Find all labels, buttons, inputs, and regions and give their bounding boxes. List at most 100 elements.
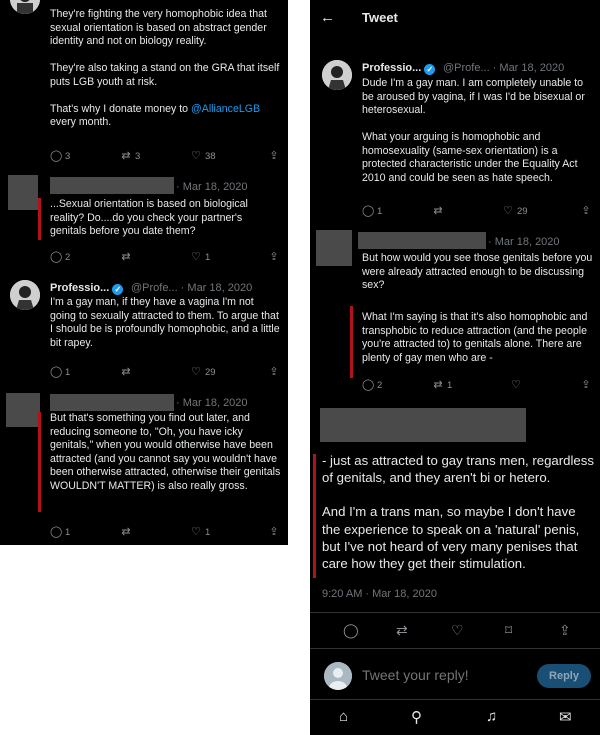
like-button[interactable]: ♡ 29 xyxy=(190,365,216,378)
tweet-text: ...Sexual orientation is based on biolog… xyxy=(50,198,248,237)
retweet-button[interactable]: ⇄ 3 xyxy=(120,149,140,162)
retweet-icon: ⇄ xyxy=(433,205,443,217)
redacted-username xyxy=(358,232,486,249)
tweet-text: But that's something you find out later,… xyxy=(50,412,281,492)
mail-icon[interactable]: ✉ xyxy=(559,708,572,726)
bell-icon[interactable]: ♫ xyxy=(486,708,497,725)
tweet-text-span: every month. xyxy=(50,116,112,128)
redacted-avatar xyxy=(316,230,352,266)
like-count: 38 xyxy=(205,151,216,162)
mention-link[interactable]: @AllianceLGB xyxy=(191,103,260,115)
redacted-username xyxy=(50,177,174,194)
like-button[interactable]: ♡ xyxy=(510,378,525,391)
display-name[interactable]: Professio... ✓ xyxy=(50,282,124,295)
tweet-handle-date[interactable]: @Profe... · Mar 18, 2020 xyxy=(131,282,252,294)
tweet-date[interactable]: · Mar 18, 2020 xyxy=(176,181,248,193)
reply-button[interactable]: ◯ 3 xyxy=(50,149,70,162)
heart-icon: ♡ xyxy=(511,379,521,391)
like-button[interactable]: ♡ 1 xyxy=(190,525,210,538)
avatar[interactable] xyxy=(324,662,352,690)
divider xyxy=(310,612,600,613)
tweet-text: But how would you see those genitals bef… xyxy=(362,252,593,291)
bookmark-icon[interactable]: ⌑ xyxy=(505,622,512,639)
tweet-date[interactable]: · Mar 18, 2020 xyxy=(488,236,560,248)
reply-button[interactable]: ◯ 1 xyxy=(50,525,70,538)
right-thread-screenshot: ← Tweet Professio... ✓ @Profe... · Mar 1… xyxy=(310,0,600,735)
heart-icon: ♡ xyxy=(191,526,201,538)
tweet-paragraph: They're fighting the very homophobic ide… xyxy=(50,8,267,47)
share-button[interactable]: ⇪ xyxy=(268,525,283,538)
tweet-paragraph: Dude I'm a gay man. I am completely unab… xyxy=(362,77,585,116)
redacted-username xyxy=(50,394,174,411)
main-tweet-text: - just as attracted to gay trans men, re… xyxy=(322,452,594,589)
reply-count: 1 xyxy=(377,206,383,217)
annotation-bar xyxy=(313,454,316,578)
tweet-timestamp[interactable]: 9:20 AM · Mar 18, 2020 xyxy=(322,588,437,600)
retweet-button[interactable]: ⇄ xyxy=(120,250,135,263)
tweet-actions: ◯ 1 ⇄ ♡ 29 ⇪ xyxy=(50,365,282,379)
tweet-paragraph: That's why I donate money to @AllianceLG… xyxy=(50,103,282,130)
comment-icon[interactable]: ◯ xyxy=(343,622,359,639)
tweet-actions: ◯ 3 ⇄ 3 ♡ 38 ⇪ xyxy=(50,149,282,163)
retweet-icon: ⇄ xyxy=(433,379,443,391)
like-count: 29 xyxy=(517,206,528,217)
reply-count: 2 xyxy=(377,380,383,391)
display-name[interactable]: Professio... ✓ xyxy=(362,62,436,75)
reply-composer: Reply xyxy=(310,656,600,698)
retweet-count: 1 xyxy=(447,380,453,391)
reply-button[interactable]: ◯ 2 xyxy=(362,378,382,391)
tweet-actions: ◯ 1 ⇄ ♡ 1 ⇪ xyxy=(50,525,282,539)
reply-button[interactable]: ◯ 1 xyxy=(50,365,70,378)
reply-count: 1 xyxy=(65,367,71,378)
display-name-text: Professio... xyxy=(50,282,110,294)
tweet-paragraph: They're also taking a stand on the GRA t… xyxy=(50,62,280,88)
avatar[interactable] xyxy=(10,280,40,310)
tweet-text: I'm a gay man, if they have a vagina I'm… xyxy=(50,296,280,349)
reply-button[interactable]: Reply xyxy=(537,664,591,688)
tweet-actions: ◯ 2 ⇄ 1 ♡ ⇪ xyxy=(362,378,594,392)
like-button[interactable]: ♡ 38 xyxy=(190,149,216,162)
back-arrow-icon[interactable]: ← xyxy=(320,9,335,26)
reply-count: 1 xyxy=(65,527,71,538)
retweet-icon[interactable]: ⇄ xyxy=(396,622,408,639)
search-icon[interactable]: ⚲ xyxy=(411,708,422,726)
home-icon[interactable]: ⌂ xyxy=(339,708,348,725)
heart-icon: ♡ xyxy=(191,251,201,263)
comment-icon: ◯ xyxy=(50,150,63,162)
share-icon: ⇪ xyxy=(581,379,591,391)
share-icon: ⇪ xyxy=(269,366,279,378)
share-button[interactable]: ⇪ xyxy=(268,365,283,378)
retweet-button[interactable]: ⇄ 1 xyxy=(432,378,452,391)
retweet-icon: ⇄ xyxy=(121,526,131,538)
display-name-text: Professio... xyxy=(362,62,422,74)
tweet-text: They're fighting the very homophobic ide… xyxy=(50,8,282,130)
retweet-button[interactable]: ⇄ xyxy=(432,204,447,217)
share-button[interactable]: ⇪ xyxy=(268,250,283,263)
redacted-author xyxy=(320,408,526,442)
comment-icon: ◯ xyxy=(50,526,63,538)
like-button[interactable]: ♡ 1 xyxy=(190,250,210,263)
reply-input[interactable] xyxy=(362,667,512,683)
avatar[interactable] xyxy=(10,0,40,14)
avatar[interactable] xyxy=(322,60,352,90)
retweet-icon: ⇄ xyxy=(121,251,131,263)
share-icon[interactable]: ⇪ xyxy=(559,622,571,639)
reply-button[interactable]: ◯ 2 xyxy=(50,250,70,263)
share-icon: ⇪ xyxy=(269,526,279,538)
reply-button[interactable]: ◯ 1 xyxy=(362,204,382,217)
like-count: 1 xyxy=(205,252,211,263)
top-bar: ← Tweet xyxy=(310,0,600,36)
tweet-handle-date[interactable]: @Profe... · Mar 18, 2020 xyxy=(443,62,564,74)
share-button[interactable]: ⇪ xyxy=(580,378,595,391)
page-title: Tweet xyxy=(362,10,398,25)
redacted-avatar xyxy=(8,175,38,210)
share-button[interactable]: ⇪ xyxy=(580,204,595,217)
retweet-button[interactable]: ⇄ xyxy=(120,525,135,538)
bottom-nav: ⌂ ⚲ ♫ ✉ xyxy=(310,699,600,735)
share-button[interactable]: ⇪ xyxy=(268,149,283,162)
tweet-date[interactable]: · Mar 18, 2020 xyxy=(176,397,248,409)
heart-icon[interactable]: ♡ xyxy=(451,622,464,639)
retweet-button[interactable]: ⇄ xyxy=(120,365,135,378)
like-button[interactable]: ♡ 29 xyxy=(502,204,528,217)
reply-count: 3 xyxy=(65,151,71,162)
